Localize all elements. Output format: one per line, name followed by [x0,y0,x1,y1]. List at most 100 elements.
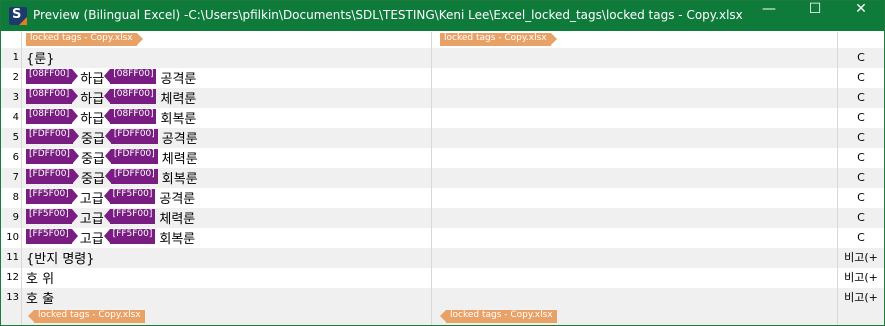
maximize-button[interactable]: ☐ [792,1,838,31]
target-cell[interactable] [432,188,838,208]
source-cell[interactable]: {룬} [21,48,432,68]
inline-open-tag[interactable]: [FDFF00] [26,129,79,144]
source-segment: [08FF00] 하급 [08FF00] 공격룬 [26,68,196,88]
inline-close-tag[interactable]: [08FF00] [104,89,157,104]
inline-close-tag[interactable]: [FF5F00] [103,209,156,224]
source-cell[interactable]: 호 출 [21,288,432,308]
segment-row[interactable]: 1 {룬} C [1,48,884,68]
source-cell[interactable]: [08FF00] 하급 [08FF00] 체력룬 [21,88,432,108]
source-cell[interactable]: locked tags - Copy.xlsx [21,308,432,325]
source-cell[interactable]: locked tags - Copy.xlsx [21,32,432,48]
source-text: 고급 [79,212,104,227]
inline-open-tag[interactable]: [FF5F00] [26,189,78,204]
inline-open-tag[interactable]: [FDFF00] [26,149,79,164]
inline-open-tag[interactable]: [FF5F00] [26,209,78,224]
target-cell[interactable] [432,288,838,308]
status-cell: 비고(+ [844,291,878,304]
inline-close-tag[interactable]: [08FF00] [104,109,157,124]
target-cell[interactable] [432,68,838,88]
source-text: 중급 [80,132,105,147]
source-cell[interactable]: {반지 명령} [21,248,432,268]
inline-close-tag[interactable]: [FF5F00] [103,189,156,204]
source-segment: [FDFF00] 중급 [FDFF00] 체력룬 [26,148,198,168]
segment-row[interactable]: 7 [FDFF00] 중급 [FDFF00] 회복룬 C [1,168,884,188]
inline-open-tag[interactable]: [08FF00] [26,69,79,84]
source-cell[interactable]: [FF5F00] 고급 [FF5F00] 체력룬 [21,208,432,228]
segment-row[interactable]: 10 [FF5F00] 고급 [FF5F00] 회복룬 C [1,228,884,248]
file-end-row: locked tags - Copy.xlsx locked tags - Co… [1,308,884,325]
target-cell[interactable] [432,148,838,168]
source-text: {반지 명령} [26,252,95,267]
status-cell: C [857,91,865,104]
source-segment: 호 위 [26,268,54,288]
source-segment: {반지 명령} [26,248,95,268]
source-segment: [FF5F00] 고급 [FF5F00] 공격룬 [26,188,195,208]
inline-close-tag[interactable]: [FDFF00] [104,129,158,144]
source-text: 체력룬 [159,212,196,227]
row-number: 10 [6,232,19,243]
source-cell[interactable]: 호 위 [21,268,432,288]
inline-open-tag[interactable]: [08FF00] [26,109,79,124]
source-text: 호 출 [26,292,55,307]
target-cell[interactable]: locked tags - Copy.xlsx [432,32,838,48]
target-cell[interactable] [432,108,838,128]
title-bar[interactable]: S Preview (Bilingual Excel) -C:\Users\pf… [1,1,884,31]
source-text: 공격룬 [159,192,196,207]
segment-row[interactable]: 2 [08FF00] 하급 [08FF00] 공격룬 C [1,68,884,88]
source-segment: 호 출 [26,288,54,308]
row-number: 3 [12,92,19,103]
segment-row[interactable]: 4 [08FF00] 하급 [08FF00] 회복룬 C [1,108,884,128]
source-cell[interactable]: [08FF00] 하급 [08FF00] 공격룬 [21,68,432,88]
file-close-tag-target: locked tags - Copy.xlsx [440,310,557,323]
target-cell[interactable] [432,128,838,148]
target-cell[interactable] [432,248,838,268]
source-cell[interactable]: [FDFF00] 중급 [FDFF00] 공격룬 [21,128,432,148]
row-number: 8 [12,192,19,203]
file-open-tag-target: locked tags - Copy.xlsx [440,33,557,46]
target-cell[interactable] [432,268,838,288]
inline-close-tag[interactable]: [FF5F00] [103,229,156,244]
source-text: 회복룬 [160,112,197,127]
bilingual-grid: locked tags - Copy.xlsx locked tags - Co… [1,32,884,325]
target-cell[interactable] [432,88,838,108]
source-cell[interactable]: [FF5F00] 고급 [FF5F00] 공격룬 [21,188,432,208]
source-text: 고급 [79,192,104,207]
inline-close-tag[interactable]: [FDFF00] [104,169,158,184]
row-number: 5 [12,132,19,143]
target-cell[interactable] [432,228,838,248]
source-segment: [FDFF00] 중급 [FDFF00] 공격룬 [26,128,198,148]
inline-close-tag[interactable]: [08FF00] [104,69,157,84]
target-cell[interactable] [432,48,838,68]
segment-row[interactable]: 11 {반지 명령} 비고(+ [1,248,884,268]
row-number: 12 [6,272,19,283]
segment-row[interactable]: 5 [FDFF00] 중급 [FDFF00] 공격룬 C [1,128,884,148]
app-logo-corner [19,17,27,25]
status-cell: C [857,231,865,244]
segment-row[interactable]: 13 호 출 비고(+ [1,288,884,308]
source-cell[interactable]: [FDFF00] 중급 [FDFF00] 체력룬 [21,148,432,168]
inline-open-tag[interactable]: [FDFF00] [26,169,79,184]
status-cell: C [857,111,865,124]
segment-row[interactable]: 9 [FF5F00] 고급 [FF5F00] 체력룬 C [1,208,884,228]
inline-close-tag[interactable]: [FDFF00] [104,149,158,164]
source-cell[interactable]: [FDFF00] 중급 [FDFF00] 회복룬 [21,168,432,188]
target-cell[interactable] [432,168,838,188]
segment-row[interactable]: 3 [08FF00] 하급 [08FF00] 체력룬 C [1,88,884,108]
target-cell[interactable] [432,208,838,228]
minimize-button[interactable]: — [746,1,792,31]
source-cell[interactable]: [08FF00] 하급 [08FF00] 회복룬 [21,108,432,128]
status-cell: C [857,191,865,204]
segment-row[interactable]: 8 [FF5F00] 고급 [FF5F00] 공격룬 C [1,188,884,208]
close-button[interactable]: ✕ [838,1,884,31]
inline-open-tag[interactable]: [FF5F00] [26,229,78,244]
segment-row[interactable]: 6 [FDFF00] 중급 [FDFF00] 체력룬 C [1,148,884,168]
inline-open-tag[interactable]: [08FF00] [26,89,79,104]
status-cell: C [857,171,865,184]
segment-row[interactable]: 12 호 위 비고(+ [1,268,884,288]
source-segment: [FF5F00] 고급 [FF5F00] 체력룬 [26,208,195,228]
source-cell[interactable]: [FF5F00] 고급 [FF5F00] 회복룬 [21,228,432,248]
target-cell[interactable]: locked tags - Copy.xlsx [432,308,838,325]
source-text: 공격룬 [161,132,198,147]
file-open-tag-source: locked tags - Copy.xlsx [26,33,143,46]
status-cell: C [857,151,865,164]
